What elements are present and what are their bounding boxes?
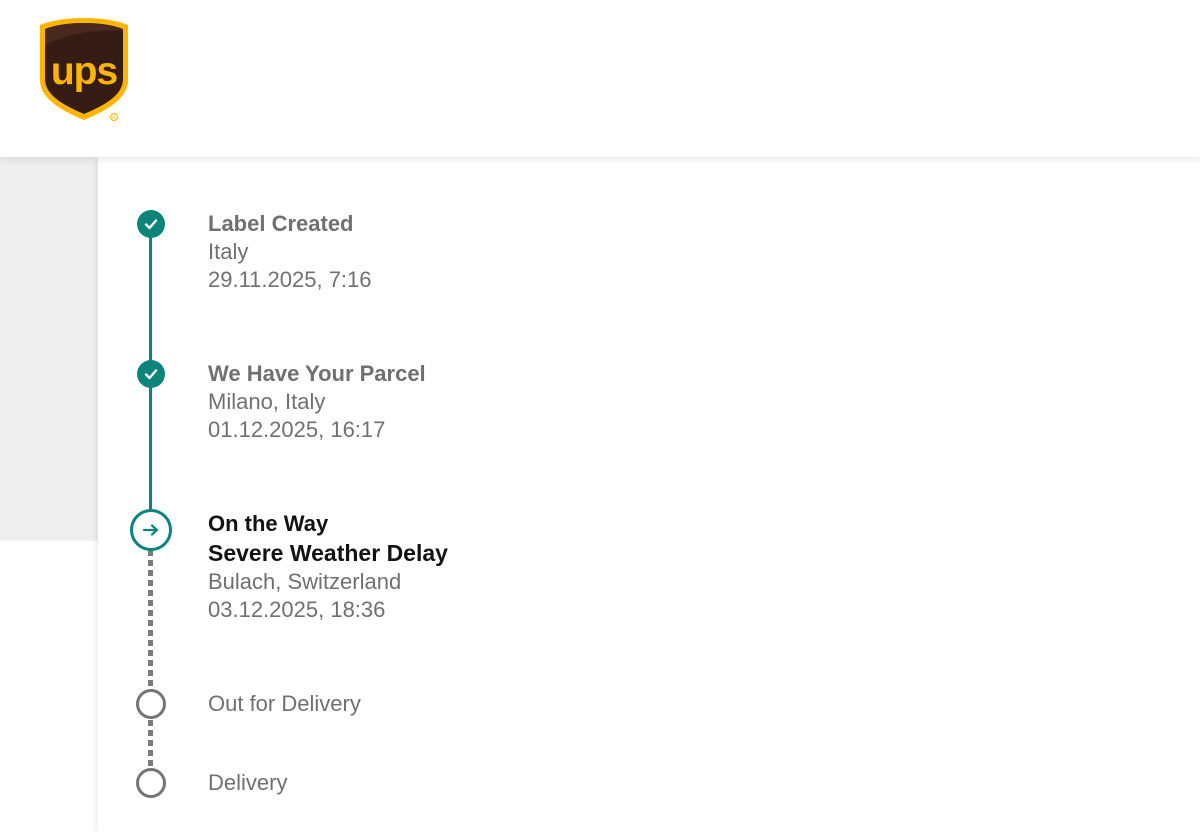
ups-logo[interactable]: ups R <box>38 16 130 124</box>
step-location: Bulach, Switzerland <box>208 569 402 594</box>
step-location: Milano, Italy <box>208 389 326 414</box>
arrow-right-icon <box>142 524 159 536</box>
step-out-for-delivery-marker <box>136 689 166 719</box>
progress-line-pending <box>148 550 153 775</box>
step-datetime: 01.12.2025, 16:17 <box>208 417 386 442</box>
check-icon <box>144 369 158 380</box>
step-title: Delivery <box>208 770 288 795</box>
step-delay-notice: Severe Weather Delay <box>208 540 448 566</box>
step-datetime: 03.12.2025, 18:36 <box>208 597 386 622</box>
step-delivery: Delivery <box>208 769 287 797</box>
check-icon <box>144 219 158 230</box>
step-we-have-your-parcel-marker <box>137 360 165 388</box>
step-label-created-marker <box>137 210 165 238</box>
step-title: We Have Your Parcel <box>208 361 426 386</box>
side-panel <box>0 157 98 541</box>
step-title: Label Created <box>208 211 354 236</box>
step-location: Italy <box>208 239 249 264</box>
ups-logo-text: ups <box>51 50 118 93</box>
svg-text:R: R <box>112 115 116 121</box>
step-label-created: Label Created Italy 29.11.2025, 7:16 <box>208 210 372 294</box>
header: ups R <box>0 0 1200 157</box>
step-title: Out for Delivery <box>208 691 361 716</box>
step-we-have-your-parcel: We Have Your Parcel Milano, Italy 01.12.… <box>208 360 426 444</box>
step-title: On the Way <box>208 511 329 536</box>
step-datetime: 29.11.2025, 7:16 <box>208 267 372 292</box>
step-out-for-delivery: Out for Delivery <box>208 690 361 718</box>
step-on-the-way-marker <box>130 509 172 551</box>
step-delivery-marker <box>136 768 166 798</box>
step-on-the-way: On the Way Severe Weather Delay Bulach, … <box>208 510 448 624</box>
